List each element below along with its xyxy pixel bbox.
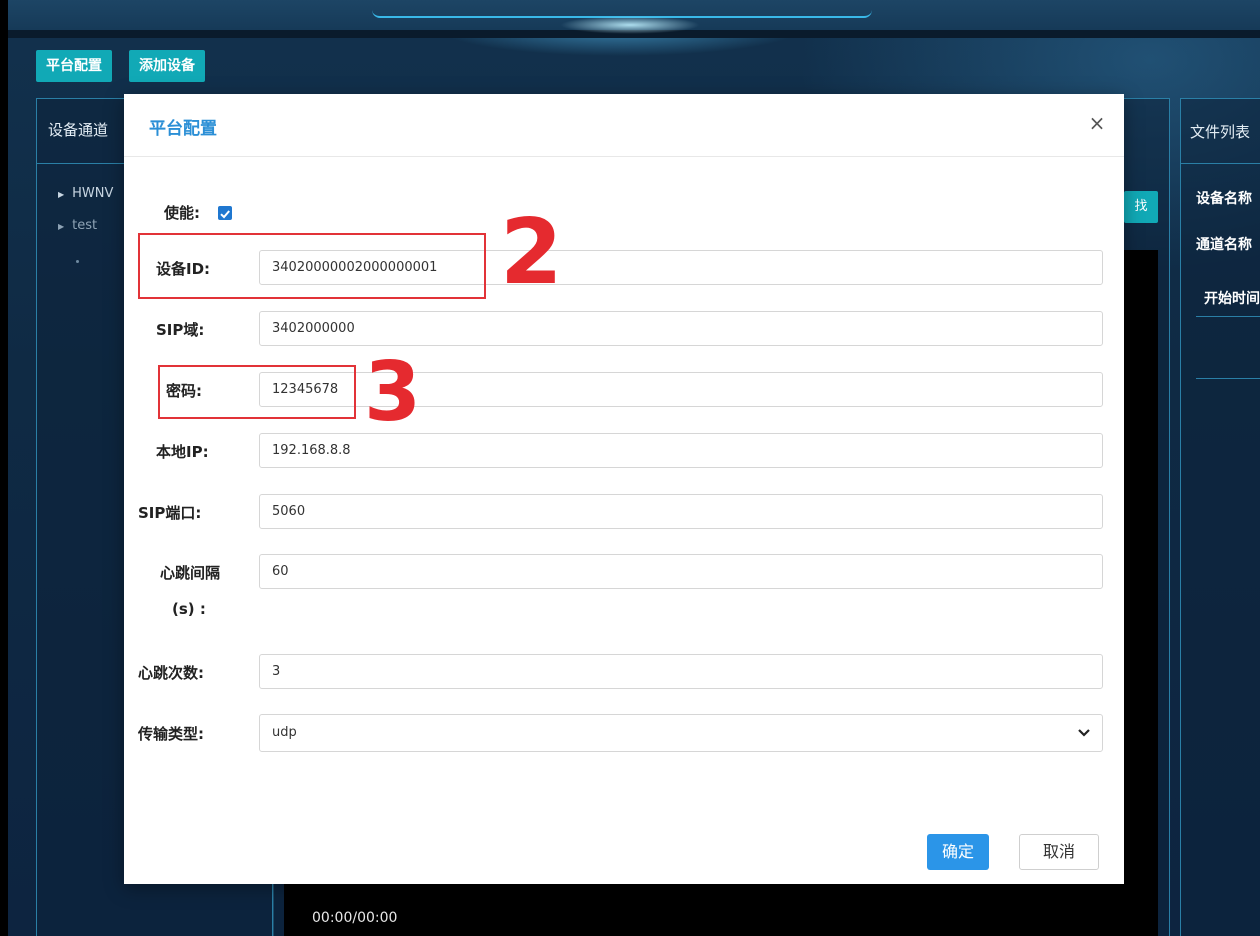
device-name-label: 设备名称	[1196, 191, 1252, 207]
start-time-label: 开始时间	[1204, 291, 1260, 307]
device-channel-title: 设备通道	[48, 121, 109, 139]
check-icon	[220, 210, 230, 219]
heartbeat-count-label: 心跳次数:	[138, 664, 204, 682]
panel-divider	[1196, 316, 1260, 317]
enable-checkbox[interactable]	[218, 206, 232, 220]
caret-right-icon: ▶	[58, 222, 65, 231]
panel-divider	[1180, 163, 1260, 164]
left-edge	[0, 0, 8, 936]
header-glow-center	[560, 16, 700, 34]
local-ip-label: 本地IP:	[156, 443, 209, 461]
tree-item-label: HWNV	[72, 186, 114, 201]
sip-domain-input[interactable]	[259, 311, 1103, 346]
annotation-number-2: 2	[500, 200, 563, 305]
sip-port-input[interactable]	[259, 494, 1103, 529]
heartbeat-interval-input[interactable]	[259, 554, 1103, 589]
file-list-title: 文件列表	[1190, 123, 1251, 141]
dialog-header-divider	[124, 156, 1124, 157]
platform-config-dialog: 平台配置 × 使能: 设备ID: SIP域: 密码: 本地IP: SIP端口: …	[124, 94, 1124, 884]
panel-divider	[1196, 378, 1260, 379]
tree-item-test[interactable]: ▶ test	[58, 218, 97, 233]
platform-config-button[interactable]: 平台配置	[36, 50, 112, 82]
chevron-down-icon	[1078, 729, 1090, 737]
sip-port-label: SIP端口:	[138, 504, 202, 522]
heartbeat-interval-unit-label: (s) :	[172, 600, 206, 618]
confirm-button[interactable]: 确定	[927, 834, 989, 870]
annotation-box-password	[158, 365, 356, 419]
channel-name-label: 通道名称	[1196, 237, 1252, 253]
tree-item-label: test	[72, 218, 98, 233]
caret-right-icon: ▶	[58, 190, 65, 199]
dialog-title: 平台配置	[149, 119, 217, 139]
transport-type-label: 传输类型:	[138, 725, 204, 743]
file-list-panel	[1180, 98, 1260, 936]
heartbeat-count-input[interactable]	[259, 654, 1103, 689]
video-time: 00:00/00:00	[312, 910, 398, 926]
search-button[interactable]: 找	[1124, 191, 1158, 223]
annotation-number-3: 3	[364, 345, 422, 440]
heartbeat-interval-label: 心跳间隔	[160, 564, 221, 582]
transport-type-value: udp	[272, 725, 297, 740]
tree-dot	[76, 260, 79, 263]
enable-label: 使能:	[164, 204, 200, 222]
annotation-box-device-id	[138, 233, 486, 299]
transport-type-select[interactable]: udp	[259, 714, 1103, 752]
close-icon[interactable]: ×	[1084, 110, 1110, 136]
tree-item-hwnv[interactable]: ▶ HWNV	[58, 186, 113, 201]
cancel-button[interactable]: 取消	[1019, 834, 1099, 870]
sip-domain-label: SIP域:	[156, 321, 205, 339]
add-device-button[interactable]: 添加设备	[129, 50, 205, 82]
